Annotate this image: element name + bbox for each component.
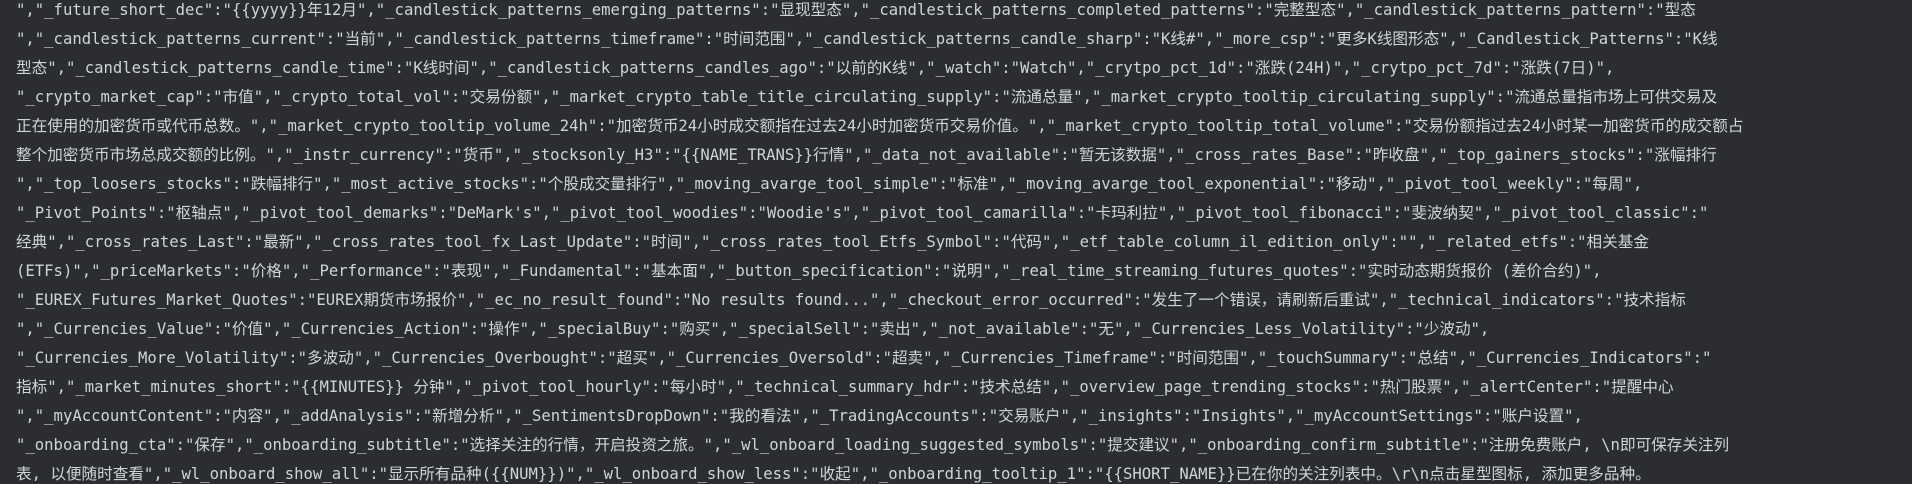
code-line: 指标","_market_minutes_short":"{{MINUTES}}… [16, 378, 1674, 396]
code-line: 正在使用的加密货币或代币总数。","_market_crypto_tooltip… [16, 117, 1744, 135]
code-line: ","_candlestick_patterns_current":"当前","… [16, 30, 1718, 48]
code-line: ","_myAccountContent":"内容","_addAnalysis… [16, 407, 1583, 425]
code-line: 型态","_candlestick_patterns_candle_time":… [16, 59, 1615, 77]
code-line: "_onboarding_cta":"保存","_onboarding_subt… [16, 436, 1730, 454]
code-editor[interactable]: ","_future_short_dec":"{{yyyy}}年12月","_c… [0, 0, 1912, 484]
code-line: "_EUREX_Futures_Market_Quotes":"EUREX期货市… [16, 291, 1686, 309]
code-line: ","_Currencies_Value":"价值","_Currencies_… [16, 320, 1490, 338]
code-line: "_Pivot_Points":"枢轴点","_pivot_tool_demar… [16, 204, 1709, 222]
code-line: ","_future_short_dec":"{{yyyy}}年12月","_c… [16, 1, 1696, 19]
code-line: "_crypto_market_cap":"市值","_crypto_total… [16, 88, 1718, 106]
code-line: "_Currencies_More_Volatility":"多波动","_Cu… [16, 349, 1712, 367]
code-line: 表, 以便随时查看","_wl_onboard_show_all":"显示所有品… [16, 465, 1651, 483]
code-line: 经典","_cross_rates_Last":"最新","_cross_rat… [16, 233, 1649, 251]
code-line: (ETFs)","_priceMarkets":"价格","_Performan… [16, 262, 1602, 280]
code-line: 整个加密货币市场总成交额的比例。","_instr_currency":"货币"… [16, 146, 1717, 164]
code-line: ","_top_loosers_stocks":"跌幅排行","_most_ac… [16, 175, 1643, 193]
